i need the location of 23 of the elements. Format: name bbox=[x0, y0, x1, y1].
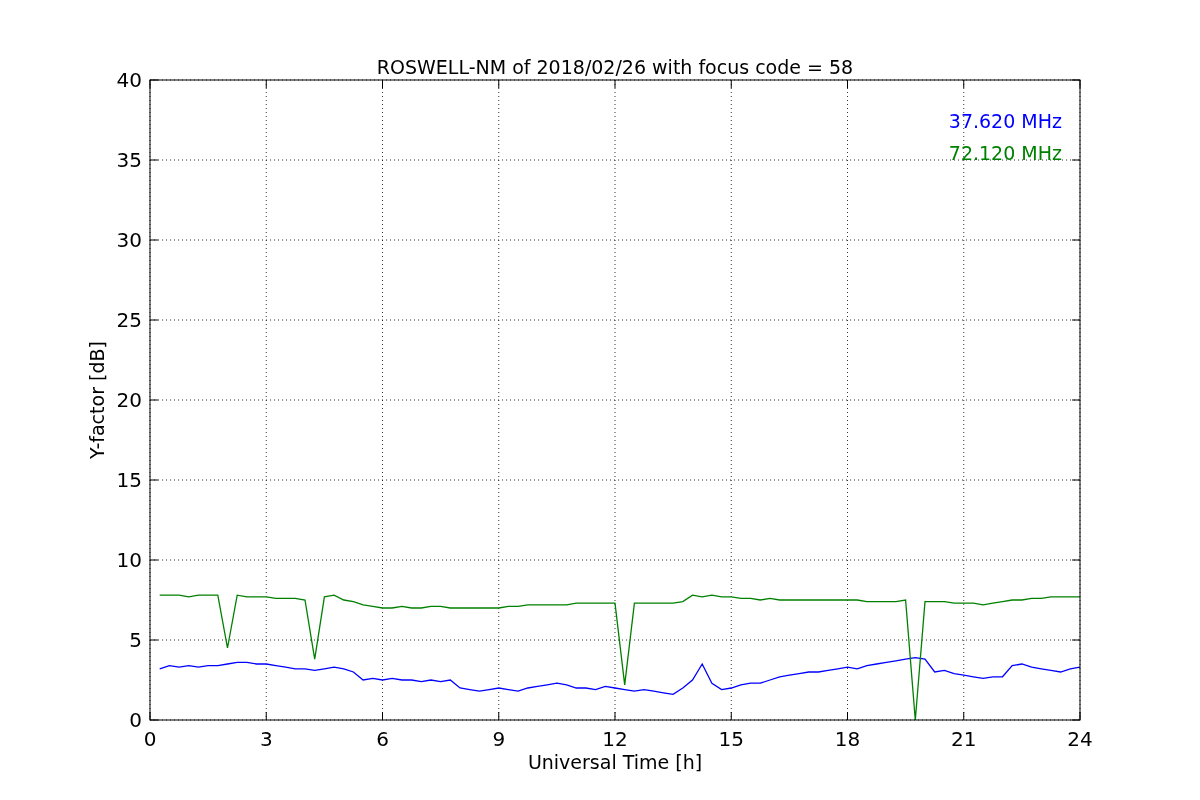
tick-label: 9 bbox=[492, 727, 506, 751]
tick-label: 5 bbox=[129, 628, 142, 652]
tick-label: 10 bbox=[116, 548, 142, 572]
tick-label: 40 bbox=[116, 68, 142, 92]
tick-label: 35 bbox=[116, 148, 142, 172]
tick-label: 6 bbox=[376, 727, 389, 751]
tick-label: 20 bbox=[116, 388, 142, 412]
axis-label: Y-factor [dB] bbox=[86, 341, 108, 459]
tick-label: 15 bbox=[116, 468, 142, 492]
tick-label: 3 bbox=[259, 727, 273, 751]
legend-label: 37.620 MHz bbox=[948, 110, 1062, 132]
legend-label: 72.120 MHz bbox=[948, 142, 1062, 164]
tick-label: 24 bbox=[1067, 727, 1093, 751]
tick-label: 21 bbox=[951, 727, 977, 751]
tick-label: 15 bbox=[718, 727, 744, 751]
tick-label: 0 bbox=[143, 727, 157, 751]
tick-label: 0 bbox=[129, 708, 142, 732]
tick-label: 30 bbox=[116, 228, 142, 252]
tick-label: 18 bbox=[834, 727, 861, 751]
axis-label: Universal Time [h] bbox=[527, 751, 703, 773]
tick-label: 12 bbox=[602, 727, 628, 751]
tick-label: 25 bbox=[116, 308, 142, 332]
chart-title: ROSWELL-NM of 2018/02/26 with focus code = 58 bbox=[376, 56, 854, 78]
